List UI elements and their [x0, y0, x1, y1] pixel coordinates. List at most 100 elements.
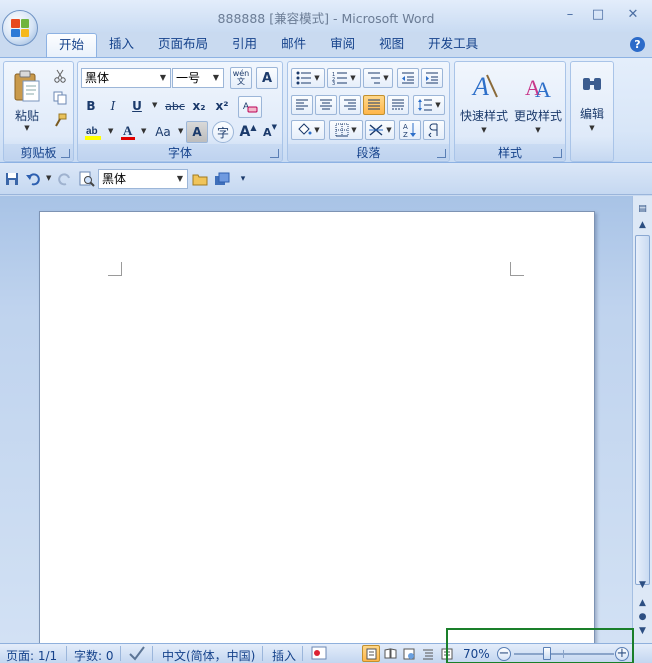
customize-qat-icon[interactable]: ▾	[236, 169, 250, 189]
italic-button[interactable]: I	[104, 96, 122, 116]
draft-view-button[interactable]	[438, 645, 456, 662]
subscript-button[interactable]: x₂	[189, 96, 209, 116]
page-count[interactable]: 页面: 1/1	[6, 647, 57, 663]
tab-page-layout[interactable]: 页面布局	[146, 33, 220, 57]
previous-page-icon[interactable]: ▲	[635, 596, 650, 611]
change-styles-button[interactable]: AA 更改样式 ▼	[511, 66, 565, 138]
font-color-button[interactable]: A	[118, 122, 138, 142]
select-browse-object-icon[interactable]: ●	[635, 610, 650, 625]
grow-font-button[interactable]: A ▲	[238, 122, 258, 142]
help-icon[interactable]: ?	[630, 37, 645, 52]
format-painter-button[interactable]	[50, 110, 70, 130]
undo-button[interactable]	[24, 169, 42, 189]
tab-mailings[interactable]: 邮件	[269, 33, 318, 57]
change-case-button[interactable]: Aa	[150, 122, 176, 142]
close-button[interactable]: ✕	[625, 8, 641, 22]
align-left-button[interactable]	[291, 95, 313, 115]
decrease-indent-button[interactable]	[397, 68, 419, 88]
paste-button[interactable]: 粘贴 ▼	[8, 66, 46, 136]
tab-developer[interactable]: 开发工具	[416, 33, 490, 57]
align-right-button[interactable]	[339, 95, 361, 115]
font-name-dropdown-icon[interactable]: ▼	[158, 69, 168, 87]
scroll-up-icon[interactable]: ▲	[635, 218, 650, 233]
tab-home[interactable]: 开始	[46, 33, 98, 57]
character-border-button[interactable]: A	[256, 67, 278, 89]
zoom-out-button[interactable]: −	[497, 647, 511, 661]
editing-dropdown-icon[interactable]: ▼	[589, 124, 594, 132]
redo-button[interactable]	[56, 169, 74, 189]
character-shading-button[interactable]: A	[186, 121, 208, 143]
insert-mode[interactable]: 插入	[272, 647, 296, 663]
document-page[interactable]	[39, 211, 595, 651]
save-button[interactable]	[3, 169, 21, 189]
underline-dropdown-icon[interactable]: ▼	[152, 101, 157, 109]
multilevel-list-button[interactable]: ▼	[363, 68, 393, 88]
macro-record-icon[interactable]	[311, 646, 327, 663]
shading-button[interactable]: ▼	[291, 120, 325, 140]
restore-button[interactable]: □	[590, 8, 606, 22]
zoom-slider-thumb[interactable]	[542, 647, 551, 660]
highlight-color-button[interactable]: ab	[82, 122, 104, 142]
font-name-combo[interactable]: 黑体 ▼	[81, 68, 171, 88]
cut-button[interactable]	[50, 66, 70, 86]
font-size-combo[interactable]: 一号 ▼	[172, 68, 224, 88]
phonetic-guide-button[interactable]: wén 文	[230, 67, 252, 89]
font-size-dropdown-icon[interactable]: ▼	[211, 69, 221, 87]
styles-dialog-launcher[interactable]	[553, 149, 562, 158]
toolbar-extra-button[interactable]	[212, 169, 232, 189]
qat-font-dropdown-icon[interactable]: ▼	[175, 170, 185, 188]
undo-dropdown-icon[interactable]: ▼	[46, 174, 51, 182]
line-spacing-button[interactable]: ▼	[413, 95, 445, 115]
clipboard-dialog-launcher[interactable]	[61, 149, 70, 158]
align-center-button[interactable]	[315, 95, 337, 115]
justify-button[interactable]	[363, 95, 385, 115]
change-case-dropdown-icon[interactable]: ▼	[178, 127, 183, 135]
enclose-characters-button[interactable]: 字	[212, 121, 234, 143]
paste-dropdown-icon[interactable]: ▼	[24, 124, 29, 132]
print-layout-view-button[interactable]	[362, 645, 380, 662]
bold-button[interactable]: B	[82, 96, 100, 116]
quick-styles-button[interactable]: A 快速样式 ▼	[457, 66, 511, 138]
show-marks-button[interactable]	[423, 120, 445, 140]
zoom-level[interactable]: 70%	[463, 647, 490, 661]
distributed-button[interactable]	[387, 95, 409, 115]
font-dialog-launcher[interactable]	[270, 149, 279, 158]
office-button[interactable]	[2, 10, 38, 46]
font-color-dropdown-icon[interactable]: ▼	[141, 127, 146, 135]
underline-button[interactable]: U	[127, 96, 147, 116]
sort-button[interactable]: AZ	[399, 120, 421, 140]
shrink-font-button[interactable]: A ▼	[260, 122, 280, 142]
document-area[interactable]	[0, 196, 632, 651]
vertical-scrollbar[interactable]: ▤ ▲ ▼ ▲ ● ▼	[632, 196, 652, 643]
outline-view-button[interactable]	[419, 645, 437, 662]
change-styles-dropdown-icon[interactable]: ▼	[535, 126, 540, 134]
editing-button[interactable]: 编辑 ▼	[573, 66, 611, 138]
clear-formatting-button[interactable]: A	[238, 96, 262, 118]
bullets-button[interactable]: ▼	[291, 68, 325, 88]
paragraph-dialog-launcher[interactable]	[437, 149, 446, 158]
quick-styles-dropdown-icon[interactable]: ▼	[481, 126, 486, 134]
proofing-icon[interactable]	[128, 645, 146, 663]
next-page-icon[interactable]: ▼	[635, 624, 650, 639]
open-button[interactable]	[190, 169, 210, 189]
borders-button[interactable]: ▼	[329, 120, 363, 140]
tab-insert[interactable]: 插入	[97, 33, 146, 57]
tab-references[interactable]: 引用	[220, 33, 269, 57]
zoom-in-button[interactable]: +	[615, 647, 629, 661]
print-preview-button[interactable]	[78, 169, 96, 189]
highlight-dropdown-icon[interactable]: ▼	[108, 127, 113, 135]
zoom-slider-track[interactable]	[514, 653, 614, 655]
chinese-layout-button[interactable]: ▼	[365, 120, 395, 140]
word-count[interactable]: 字数: 0	[74, 647, 114, 663]
full-screen-reading-view-button[interactable]	[381, 645, 399, 662]
web-layout-view-button[interactable]	[400, 645, 418, 662]
strikethrough-button[interactable]: abc	[164, 96, 186, 116]
ruler-toggle-icon[interactable]: ▤	[635, 202, 650, 217]
scroll-thumb[interactable]	[635, 235, 650, 585]
superscript-button[interactable]: x²	[212, 96, 232, 116]
qat-font-combo[interactable]: 黑体 ▼	[98, 169, 188, 189]
language-indicator[interactable]: 中文(简体，中国)	[162, 647, 255, 663]
increase-indent-button[interactable]	[421, 68, 443, 88]
tab-review[interactable]: 审阅	[318, 33, 367, 57]
copy-button[interactable]	[50, 88, 70, 108]
